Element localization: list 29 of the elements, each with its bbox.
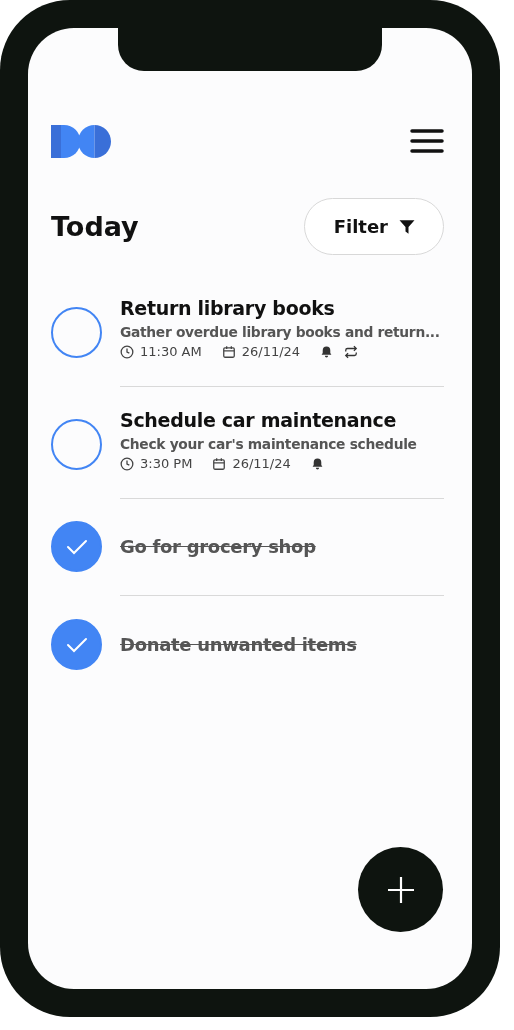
task-time: 3:30 PM [140, 456, 193, 471]
task-checkbox[interactable] [51, 307, 102, 358]
page-title: Today [51, 211, 139, 242]
calendar-icon [221, 344, 236, 359]
clock-icon [120, 456, 134, 471]
task-title: Return library books [120, 297, 336, 319]
bell-icon [310, 456, 324, 471]
logo-icon [51, 124, 111, 158]
check-icon [65, 636, 88, 653]
task-checkbox[interactable] [51, 521, 102, 572]
clock-icon [120, 344, 134, 359]
filter-icon [398, 217, 416, 236]
task-time: 11:30 AM [140, 344, 202, 359]
task-checkbox[interactable] [51, 619, 102, 670]
bell-icon [320, 344, 334, 359]
filter-button[interactable]: Filter [303, 198, 444, 255]
task-date: 26/11/24 [241, 344, 301, 359]
task-description: Gather overdue library books and return... [120, 324, 441, 340]
task-title: Schedule car maintenance [120, 409, 398, 431]
task-checkbox[interactable] [51, 419, 102, 470]
menu-icon[interactable] [410, 129, 444, 153]
task-description: Check your car's maintenance schedule [120, 436, 418, 452]
check-icon [65, 538, 88, 555]
repeat-icon [343, 344, 360, 359]
calendar-icon [212, 456, 227, 471]
task-title: Donate unwanted items [120, 634, 358, 655]
task-date: 26/11/24 [232, 456, 291, 471]
plus-icon [386, 875, 415, 904]
task-title: Go for grocery shop [120, 536, 317, 557]
